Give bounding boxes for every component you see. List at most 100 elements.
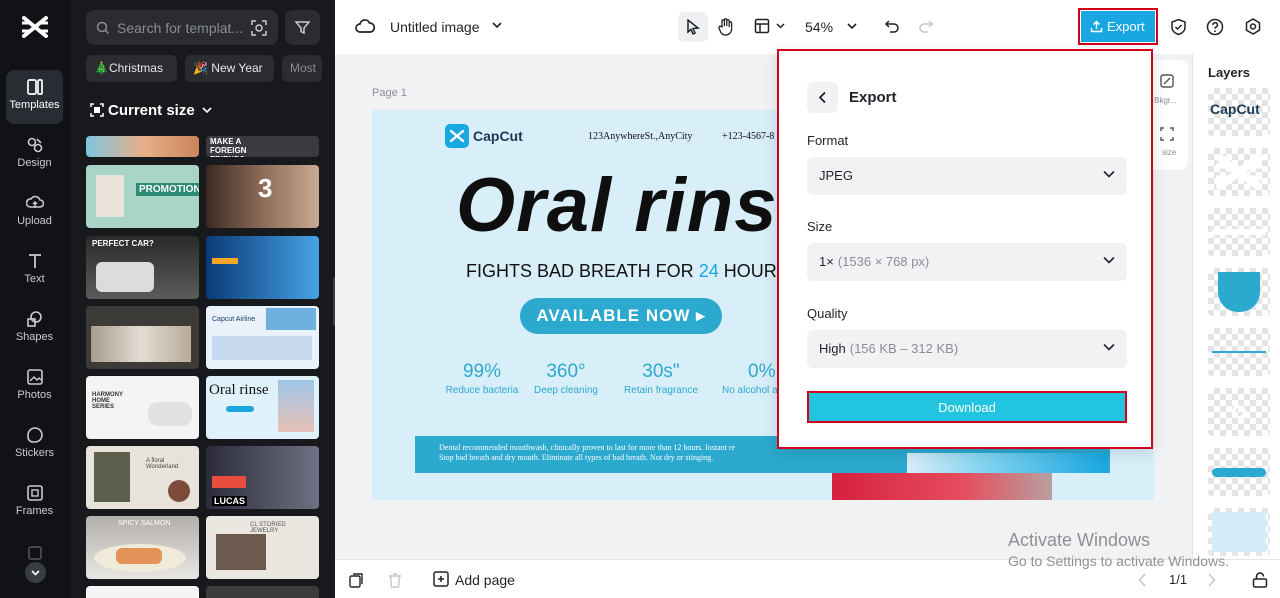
sidebar-item-text[interactable]: Text (6, 244, 63, 298)
template-thumbnail[interactable] (206, 586, 319, 598)
resize-icon[interactable] (1160, 127, 1174, 141)
chevron-down-icon (202, 107, 212, 114)
design-stat: 99% Reduce bacteria (445, 361, 519, 396)
zoom-level[interactable]: 54% (805, 19, 833, 35)
chip-new-year[interactable]: 🎉 New Year (185, 55, 274, 82)
template-thumbnail[interactable] (86, 586, 199, 598)
lock-icon[interactable] (1252, 572, 1268, 588)
upload-icon (25, 195, 44, 208)
expand-more-button[interactable] (25, 562, 46, 583)
layer-item[interactable] (1208, 328, 1270, 376)
sidebar-item-photos[interactable]: Photos (6, 360, 63, 414)
text-icon (28, 254, 41, 268)
sidebar-item-templates[interactable]: Templates (6, 70, 63, 124)
sidebar-item-label: Stickers (14, 447, 55, 459)
frames-icon (26, 485, 43, 501)
undo-icon[interactable] (884, 18, 900, 34)
template-thumbnail[interactable]: 3 (206, 165, 319, 228)
layer-item[interactable]: CapCut (1208, 88, 1270, 136)
templates-icon (26, 79, 43, 95)
design-brand: CapCut (473, 128, 523, 144)
templates-panel: Search for templat... 🎄Christmas 🎉 New Y… (70, 0, 335, 598)
search-input[interactable]: Search for templat... (117, 20, 243, 36)
template-thumbnail[interactable] (206, 236, 319, 299)
size-select[interactable]: 1× (1536 × 768 px) (807, 243, 1127, 281)
capcut-logo-icon[interactable] (21, 14, 49, 40)
sidebar-item-design[interactable]: Design (6, 128, 63, 182)
format-select[interactable]: JPEG (807, 157, 1127, 195)
sidebar-item-stickers[interactable]: Stickers (6, 418, 63, 472)
template-thumbnail[interactable]: PROMOTION (86, 165, 199, 228)
capcut-logo-icon (1216, 154, 1262, 190)
template-thumbnail[interactable] (86, 306, 199, 369)
add-page-button[interactable]: Add page (433, 571, 515, 588)
add-page-icon (433, 571, 449, 587)
template-thumbnail[interactable]: SPICY SALMON (86, 516, 199, 579)
cursor-icon (687, 19, 700, 35)
export-button[interactable]: Export (1078, 8, 1158, 45)
cloud-icon[interactable] (355, 17, 375, 35)
template-search[interactable]: Search for templat... (86, 10, 278, 45)
chip-most[interactable]: Most (282, 55, 322, 82)
template-thumbnail[interactable]: LUCAS (206, 446, 319, 509)
template-thumbnail[interactable]: PERFECT CAR? (86, 236, 199, 299)
sidebar-item-label: Design (17, 157, 52, 169)
chevron-down-icon (1103, 256, 1115, 264)
template-thumbnail[interactable] (86, 136, 199, 157)
chip-christmas[interactable]: 🎄Christmas (86, 55, 177, 82)
hand-icon[interactable] (718, 18, 734, 36)
shapes-icon (26, 311, 42, 327)
chevron-down-icon[interactable] (847, 23, 857, 30)
template-thumbnail[interactable]: Oral rinse (206, 376, 319, 439)
sidebar-item-shapes[interactable]: Shapes (6, 302, 63, 356)
capcut-logo-icon (445, 124, 469, 148)
select-tool-button[interactable] (678, 12, 708, 42)
design-address: 123AnywhereSt.,AnyCity (588, 131, 693, 142)
layers-panel: Layers CapCut (1192, 54, 1280, 559)
sidebar-item-label: Photos (17, 389, 52, 401)
sidebar-item-upload[interactable]: Upload (6, 186, 63, 240)
chevron-left-icon[interactable] (1138, 573, 1147, 587)
filter-button[interactable] (285, 10, 320, 45)
layer-item[interactable] (1208, 148, 1270, 196)
duplicate-page-icon[interactable] (349, 573, 364, 588)
background-icon[interactable] (1160, 74, 1174, 88)
template-thumbnail[interactable]: MAKE A FOREIGN FRIEND? (206, 136, 319, 157)
export-title: Export (849, 89, 897, 106)
shield-icon[interactable] (1170, 18, 1187, 36)
design-stat: 360° Deep cleaning (534, 361, 598, 396)
template-thumbnail[interactable]: HARMONY HOME SERIES (86, 376, 199, 439)
sidebar-item-label: Upload (17, 215, 52, 227)
activate-windows-watermark: Activate Windows Go to Settings to activ… (1008, 530, 1229, 569)
chevron-down-icon[interactable] (492, 22, 502, 29)
back-button[interactable] (807, 82, 838, 113)
sidebar-item-frames[interactable]: Frames (6, 476, 63, 530)
resize-label: size (1162, 148, 1177, 157)
redo-icon[interactable] (918, 18, 934, 34)
design-stat: 30s" Retain fragrance (624, 361, 698, 396)
chevron-right-icon[interactable] (1207, 573, 1216, 587)
quality-select[interactable]: High (156 KB – 312 KB) (807, 330, 1127, 368)
current-size-dropdown[interactable]: Current size (90, 102, 212, 119)
image-search-icon[interactable] (250, 19, 268, 37)
settings-icon[interactable] (1244, 18, 1262, 36)
layer-item[interactable] (1208, 388, 1270, 436)
chevron-left-icon (818, 91, 826, 104)
layer-item[interactable] (1208, 448, 1270, 496)
template-thumbnail[interactable]: A floral Wonderland (86, 446, 199, 509)
quality-label: Quality (807, 306, 848, 321)
layer-item[interactable] (1208, 208, 1270, 256)
layer-item[interactable] (1208, 268, 1270, 316)
sidebar-item-label: Shapes (15, 331, 54, 343)
document-title[interactable]: Untitled image (390, 19, 480, 35)
download-button[interactable]: Download (807, 391, 1127, 423)
template-thumbnail[interactable]: Capcut Airline (206, 306, 319, 369)
design-icon (27, 137, 42, 153)
page-counter: 1/1 (1169, 572, 1188, 587)
delete-icon[interactable] (388, 573, 402, 588)
help-icon[interactable] (1206, 18, 1224, 36)
chevron-down-icon[interactable] (776, 23, 785, 29)
layout-icon[interactable] (754, 18, 770, 34)
template-thumbnail[interactable]: CL STORIED JEWELRY (206, 516, 319, 579)
design-subheadline: FIGHTS BAD BREATH FOR 24 HOURS (466, 261, 789, 281)
